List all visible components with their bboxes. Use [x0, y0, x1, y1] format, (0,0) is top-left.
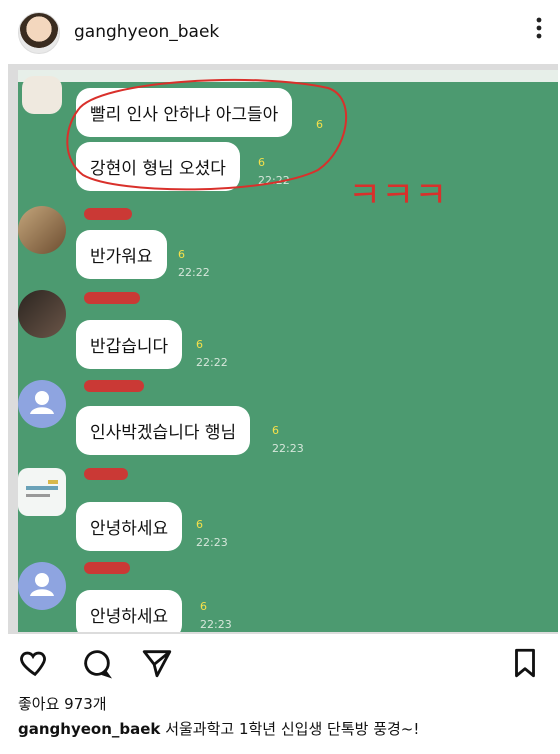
send-icon[interactable] — [140, 646, 174, 680]
chat-message: 인사박겠습니다 행님 — [76, 406, 251, 455]
unread-count: 6 — [272, 424, 279, 437]
redacted-name — [84, 292, 140, 304]
post-image[interactable]: 빨리 인사 안하냐 아그들아 6 강현이 형님 오셨다 6 22:22 ㅋㅋㅋ … — [8, 64, 558, 634]
likes-count[interactable]: 좋아요 973개 — [18, 693, 107, 714]
username[interactable]: ganghyeon_baek — [74, 22, 219, 42]
red-circle-annotation — [66, 78, 347, 191]
bookmark-icon[interactable] — [508, 646, 542, 680]
caption-text: 서울과학고 1학년 신입생 단톡방 풍경~! — [165, 720, 420, 738]
sender-avatar — [18, 562, 66, 610]
avatar[interactable] — [18, 12, 60, 54]
action-bar — [0, 640, 560, 686]
timestamp: 22:22 — [196, 356, 228, 369]
sender-avatar — [18, 380, 66, 428]
chat-message: 반가워요 — [76, 230, 167, 279]
annotation-text: ㅋㅋㅋ — [348, 175, 448, 216]
unread-count: 6 — [196, 518, 203, 531]
more-vertical-icon[interactable] — [536, 16, 542, 40]
caption: ganghyeon_baek 서울과학고 1학년 신입생 단톡방 풍경~! — [18, 718, 419, 739]
heart-icon[interactable] — [18, 646, 52, 680]
unread-count: 6 — [178, 248, 185, 261]
timestamp: 22:23 — [272, 442, 304, 455]
chat-message: 반갑습니다 — [76, 320, 183, 369]
unread-count: 6 — [200, 600, 207, 613]
chat-message: 안녕하세요 — [76, 590, 183, 632]
chat-screenshot: 빨리 인사 안하냐 아그들아 6 강현이 형님 오셨다 6 22:22 ㅋㅋㅋ … — [18, 70, 558, 632]
sender-avatar — [22, 76, 62, 114]
timestamp: 22:23 — [196, 536, 228, 549]
sender-avatar — [18, 290, 66, 338]
redacted-name — [84, 380, 144, 392]
sender-avatar — [18, 206, 66, 254]
comment-icon[interactable] — [80, 646, 114, 680]
unread-count: 6 — [196, 338, 203, 351]
post-header: ganghyeon_baek — [0, 0, 560, 64]
timestamp: 22:22 — [178, 266, 210, 279]
redacted-name — [84, 468, 128, 480]
timestamp: 22:23 — [200, 618, 232, 631]
redacted-name — [84, 562, 130, 574]
sender-avatar — [18, 468, 66, 516]
redacted-name — [84, 208, 132, 220]
caption-username[interactable]: ganghyeon_baek — [18, 720, 160, 738]
chat-message: 안녕하세요 — [76, 502, 183, 551]
